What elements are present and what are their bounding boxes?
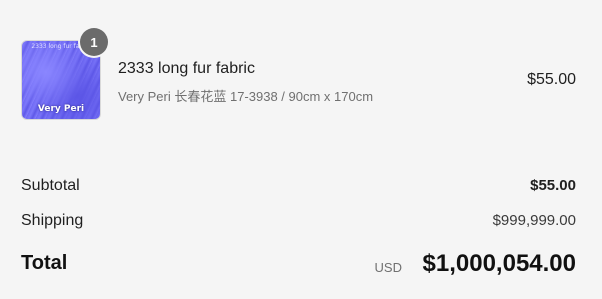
shipping-row: Shipping $999,999.00: [21, 212, 576, 236]
shipping-value: $999,999.00: [492, 212, 576, 229]
subtotal-row: Subtotal $55.00: [21, 177, 576, 201]
product-variant: Very Peri 长春花蓝 17-3938 / 90cm x 170cm: [118, 89, 374, 104]
order-summary: 2333 long fur fabric Very Peri 1 2333 lo…: [0, 0, 602, 299]
product-title: 2333 long fur fabric: [118, 60, 255, 77]
subtotal-value: $55.00: [530, 177, 576, 194]
total-row: Total USD $1,000,054.00: [21, 250, 576, 284]
thumbnail-caption: Very Peri: [37, 104, 85, 114]
total-value: $1,000,054.00: [422, 250, 576, 277]
shipping-label: Shipping: [21, 212, 84, 229]
total-label: Total: [21, 252, 68, 274]
subtotal-label: Subtotal: [21, 177, 80, 194]
quantity-badge: 1: [80, 28, 108, 56]
total-currency: USD: [374, 260, 402, 275]
line-item: 2333 long fur fabric Very Peri 1 2333 lo…: [21, 28, 576, 120]
product-price: $55.00: [527, 71, 576, 88]
